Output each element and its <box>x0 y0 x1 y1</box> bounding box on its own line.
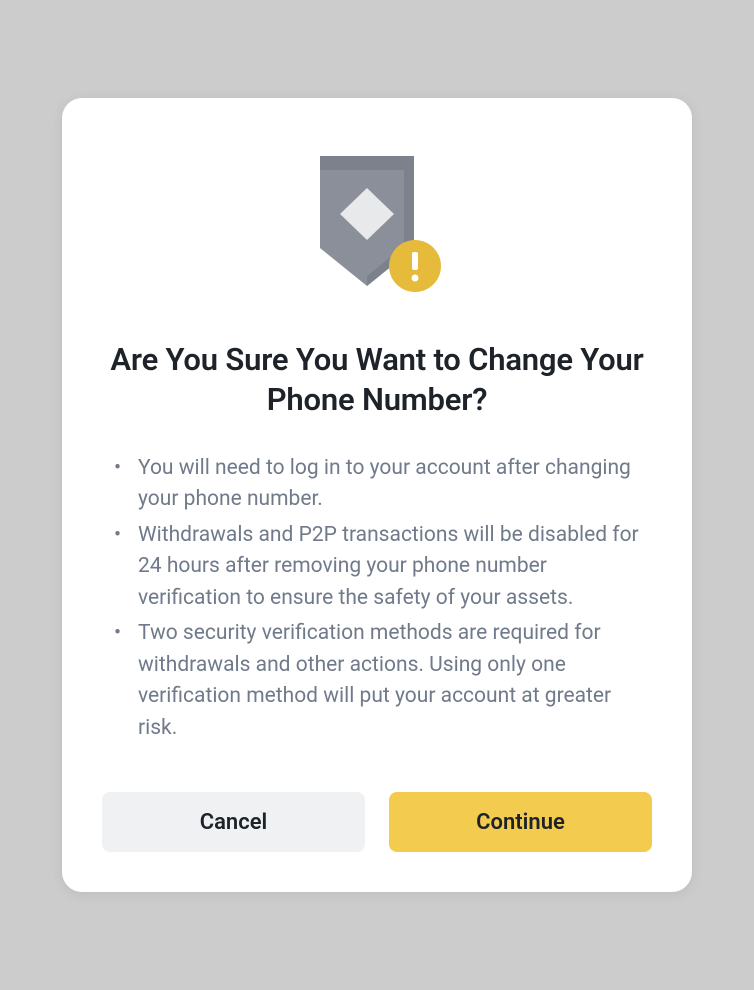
modal-button-row: Cancel Continue <box>102 792 652 852</box>
modal-title: Are You Sure You Want to Change Your Pho… <box>102 340 652 421</box>
list-item: You will need to log in to your account … <box>110 453 652 516</box>
modal-icon-wrapper <box>102 148 652 308</box>
list-item: Two security verification methods are re… <box>110 618 652 744</box>
cancel-button[interactable]: Cancel <box>102 792 365 852</box>
list-item: Withdrawals and P2P transactions will be… <box>110 520 652 615</box>
shield-warning-icon <box>302 148 452 308</box>
modal-bullet-list: You will need to log in to your account … <box>102 453 652 745</box>
confirmation-modal: Are You Sure You Want to Change Your Pho… <box>62 98 692 892</box>
continue-button[interactable]: Continue <box>389 792 652 852</box>
